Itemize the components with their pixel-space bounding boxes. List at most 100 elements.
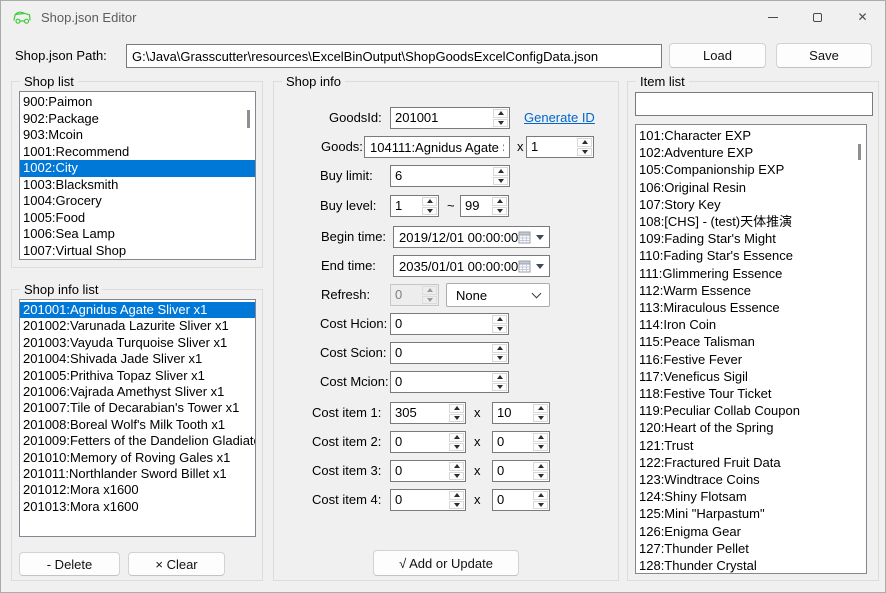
- buy-limit-spinner[interactable]: 6: [390, 165, 510, 187]
- list-item[interactable]: 1001:Recommend: [20, 144, 255, 161]
- spin-down-icon[interactable]: [533, 501, 548, 510]
- list-item[interactable]: 201013:Mora x1600: [20, 499, 255, 515]
- spin-down-icon[interactable]: [492, 383, 507, 392]
- begin-time-picker[interactable]: 2019/12/01 00:00:00: [393, 226, 550, 248]
- buy-level-min-spinner[interactable]: 1: [390, 195, 439, 217]
- spin-up-icon[interactable]: [492, 197, 507, 206]
- list-item[interactable]: 108:[CHS] - (test)天体推演: [636, 213, 866, 230]
- list-item[interactable]: 201011:Northlander Sword Billet x1: [20, 466, 255, 482]
- cost-item-2-count-spinner[interactable]: 0: [492, 431, 550, 453]
- list-item[interactable]: 119:Peculiar Collab Coupon: [636, 402, 866, 419]
- spin-down-icon[interactable]: [577, 148, 592, 157]
- list-item[interactable]: 105:Companionship EXP: [636, 161, 866, 178]
- list-item[interactable]: 201007:Tile of Decarabian's Tower x1: [20, 400, 255, 416]
- list-item[interactable]: 102:Adventure EXP: [636, 144, 866, 161]
- spin-up-icon[interactable]: [533, 433, 548, 442]
- spin-up-icon[interactable]: [449, 462, 464, 471]
- list-item[interactable]: 117:Veneficus Sigil: [636, 368, 866, 385]
- load-button[interactable]: Load: [669, 43, 766, 68]
- list-item[interactable]: 120:Heart of the Spring: [636, 419, 866, 436]
- list-item[interactable]: 201004:Shivada Jade Sliver x1: [20, 351, 255, 367]
- goods-input[interactable]: [364, 136, 510, 158]
- clear-button[interactable]: × Clear: [128, 552, 225, 576]
- spin-down-icon[interactable]: [492, 207, 507, 216]
- generate-id-link[interactable]: Generate ID: [524, 107, 595, 129]
- spin-down-icon[interactable]: [492, 325, 507, 334]
- list-item[interactable]: 1006:Sea Lamp: [20, 226, 255, 243]
- spin-down-icon[interactable]: [449, 414, 464, 423]
- close-button[interactable]: ✕: [840, 1, 885, 33]
- spin-up-icon[interactable]: [422, 197, 437, 206]
- list-item[interactable]: 114:Iron Coin: [636, 316, 866, 333]
- list-item[interactable]: 201001:Agnidus Agate Sliver x1: [20, 302, 255, 318]
- cost-item-4-count-spinner[interactable]: 0: [492, 489, 550, 511]
- list-item[interactable]: 201010:Memory of Roving Gales x1: [20, 450, 255, 466]
- spin-up-icon[interactable]: [533, 491, 548, 500]
- list-item[interactable]: 124:Shiny Flotsam: [636, 488, 866, 505]
- list-item[interactable]: 110:Fading Star's Essence: [636, 247, 866, 264]
- cost-mcion-spinner[interactable]: 0: [390, 371, 509, 393]
- spin-up-icon[interactable]: [577, 138, 592, 147]
- goods-count-spinner[interactable]: 1: [526, 136, 594, 158]
- list-item[interactable]: 128:Thunder Crystal: [636, 557, 866, 574]
- delete-button[interactable]: - Delete: [19, 552, 120, 576]
- item-list-scrollbar-thumb[interactable]: [858, 144, 861, 160]
- spin-down-icon[interactable]: [533, 472, 548, 481]
- cost-item-1-count-spinner[interactable]: 10: [492, 402, 550, 424]
- list-item[interactable]: 900:Paimon: [20, 94, 255, 111]
- cost-item-1-id-spinner[interactable]: 305: [390, 402, 466, 424]
- list-item[interactable]: 127:Thunder Pellet: [636, 540, 866, 557]
- list-item[interactable]: 201009:Fetters of the Dandelion Gladiato…: [20, 433, 255, 449]
- list-item[interactable]: 201003:Vayuda Turquoise Sliver x1: [20, 335, 255, 351]
- spin-down-icon[interactable]: [493, 177, 508, 186]
- shop-list-listbox[interactable]: 900:Paimon902:Package903:Mcoin1001:Recom…: [19, 91, 256, 260]
- add-or-update-button[interactable]: √ Add or Update: [373, 550, 519, 576]
- spin-up-icon[interactable]: [533, 404, 548, 413]
- spin-down-icon[interactable]: [533, 443, 548, 452]
- spin-up-icon[interactable]: [449, 404, 464, 413]
- spin-down-icon[interactable]: [492, 354, 507, 363]
- spin-down-icon[interactable]: [422, 207, 437, 216]
- cost-item-3-count-spinner[interactable]: 0: [492, 460, 550, 482]
- list-item[interactable]: 111:Glimmering Essence: [636, 265, 866, 282]
- spin-up-icon[interactable]: [492, 315, 507, 324]
- goods-id-spinner[interactable]: 201001: [390, 107, 510, 129]
- cost-item-2-id-spinner[interactable]: 0: [390, 431, 466, 453]
- list-item[interactable]: 201005:Prithiva Topaz Sliver x1: [20, 368, 255, 384]
- cost-hcion-spinner[interactable]: 0: [390, 313, 509, 335]
- maximize-button[interactable]: [795, 1, 840, 33]
- spin-up-icon[interactable]: [449, 491, 464, 500]
- spin-down-icon[interactable]: [449, 472, 464, 481]
- shop-info-list-listbox[interactable]: 201001:Agnidus Agate Sliver x1201002:Var…: [19, 299, 256, 537]
- list-item[interactable]: 106:Original Resin: [636, 179, 866, 196]
- spin-down-icon[interactable]: [533, 414, 548, 423]
- list-item[interactable]: 115:Peace Talisman: [636, 333, 866, 350]
- list-item[interactable]: 112:Warm Essence: [636, 282, 866, 299]
- minimize-button[interactable]: [750, 1, 795, 33]
- list-item[interactable]: 107:Story Key: [636, 196, 866, 213]
- shop-list-scrollbar-thumb[interactable]: [247, 110, 250, 128]
- spin-down-icon[interactable]: [493, 119, 508, 128]
- list-item[interactable]: 902:Package: [20, 111, 255, 128]
- list-item[interactable]: 201002:Varunada Lazurite Sliver x1: [20, 318, 255, 334]
- list-item[interactable]: 201006:Vajrada Amethyst Sliver x1: [20, 384, 255, 400]
- list-item[interactable]: 1007:Virtual Shop: [20, 243, 255, 260]
- list-item[interactable]: 903:Mcoin: [20, 127, 255, 144]
- list-item[interactable]: 121:Trust: [636, 437, 866, 454]
- list-item[interactable]: 1003:Blacksmith: [20, 177, 255, 194]
- spin-up-icon[interactable]: [533, 462, 548, 471]
- spin-up-icon[interactable]: [492, 344, 507, 353]
- cost-item-4-id-spinner[interactable]: 0: [390, 489, 466, 511]
- list-item[interactable]: 122:Fractured Fruit Data: [636, 454, 866, 471]
- path-input[interactable]: [126, 44, 662, 68]
- buy-level-max-spinner[interactable]: 99: [460, 195, 509, 217]
- spin-down-icon[interactable]: [449, 501, 464, 510]
- refresh-mode-select[interactable]: None: [446, 283, 550, 307]
- cost-scion-spinner[interactable]: 0: [390, 342, 509, 364]
- list-item[interactable]: 101:Character EXP: [636, 127, 866, 144]
- list-item[interactable]: 109:Fading Star's Might: [636, 230, 866, 247]
- list-item[interactable]: 125:Mini "Harpastum": [636, 505, 866, 522]
- save-button[interactable]: Save: [776, 43, 872, 68]
- item-filter-input[interactable]: [635, 92, 873, 116]
- spin-up-icon[interactable]: [493, 109, 508, 118]
